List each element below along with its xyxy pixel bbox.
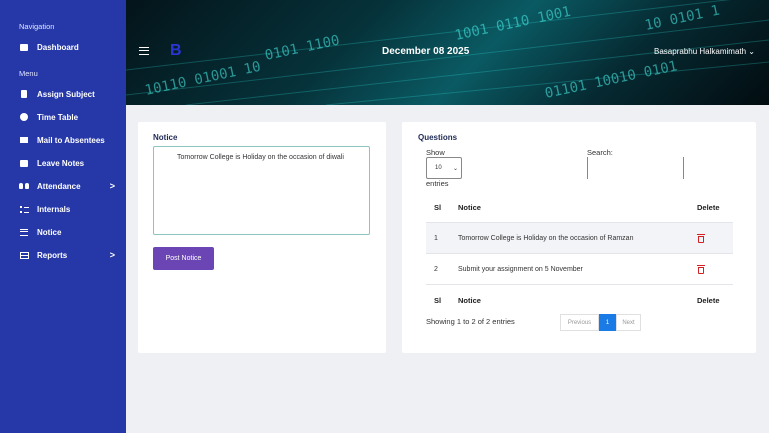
notice-textarea[interactable] [153,146,370,235]
row-sl: 2 [434,265,438,273]
chevron-down-icon: ⌄ [452,166,458,172]
trash-icon[interactable] [697,233,705,243]
sidebar-item-label: Assign Subject [37,89,95,99]
table-row: 2 Submit your assignment on 5 November [426,254,733,285]
svg-text:01101 10010 0101: 01101 10010 0101 [544,58,679,102]
questions-card: Questions Show 10 ⌄ entries Search: Sl N… [402,122,756,353]
sidebar-item-notice[interactable]: Notice [19,225,115,239]
svg-text:10110 01001 10: 10110 01001 10 [144,59,263,99]
column-header-delete: Delete [697,202,720,212]
sidebar: Navigation Dashboard Menu Assign Subject… [0,0,126,433]
page-1-button[interactable]: 1 [599,314,616,331]
column-header-sl: Sl [434,202,442,212]
sidebar-item-assign-subject[interactable]: Assign Subject [19,87,115,101]
sidebar-item-dashboard[interactable]: Dashboard [19,40,115,54]
header-banner: 10110 01001 10 0101 1100 1001 0110 1001 … [126,0,769,105]
page-size-select[interactable]: 10 ⌄ [426,157,462,179]
questions-title: Questions [418,133,458,142]
sidebar-nav-heading: Navigation [19,22,55,31]
sidebar-item-label: Reports [37,250,68,260]
table-icon [19,250,29,260]
table-footer-row: Sl Notice Delete [426,285,733,316]
clock-icon [19,112,29,122]
sidebar-item-internals[interactable]: Internals [19,202,115,216]
list-icon [19,204,29,214]
sidebar-item-mail-to-absentees[interactable]: Mail to Absentees [19,133,115,147]
show-label: Show [426,148,445,157]
notice-card: Notice Post Notice [138,122,386,353]
sidebar-menu-heading: Menu [19,69,38,78]
sidebar-item-label: Mail to Absentees [37,135,105,145]
post-notice-button[interactable]: Post Notice [153,247,214,270]
note-icon [19,158,29,168]
search-input[interactable] [587,157,684,179]
menu-toggle-icon[interactable] [139,47,149,55]
user-menu[interactable]: Basaprabhu Halkamimath ⌄ [654,47,755,56]
table-info: Showing 1 to 2 of 2 entries [426,317,515,326]
chevron-right-icon: > [109,181,115,191]
sidebar-item-label: Notice [37,227,62,237]
sidebar-item-reports[interactable]: Reports > [19,248,115,262]
table-header-row: Sl Notice Delete [426,192,733,223]
row-sl: 1 [434,234,438,242]
column-footer-delete: Delete [697,296,720,305]
notice-title: Notice [153,133,178,142]
row-notice: Submit your assignment on 5 November [458,265,583,273]
page-size-value: 10 [435,165,442,171]
table-row: 1 Tomorrow College is Holiday on the occ… [426,223,733,254]
sidebar-item-label: Leave Notes [37,158,85,168]
column-footer-sl: Sl [434,296,442,305]
logo: B [170,42,182,59]
search-label: Search: [587,148,613,157]
chevron-down-icon: ⌄ [748,47,755,56]
dashboard-icon [19,42,29,52]
next-page-button[interactable]: Next [616,314,641,331]
users-icon [19,181,29,191]
sidebar-item-attendance[interactable]: Attendance > [19,179,115,193]
book-icon [19,89,29,99]
svg-text:0101 1100: 0101 1100 [264,32,342,63]
entries-label: entries [426,179,449,188]
svg-text:10 0101 1: 10 0101 1 [644,2,722,33]
menu-lines-icon [19,227,29,237]
sidebar-item-label: Internals [37,204,71,214]
sidebar-item-label: Time Table [37,112,79,122]
trash-icon[interactable] [697,264,705,274]
svg-text:1001 0110 1001: 1001 0110 1001 [454,4,573,44]
column-header-notice: Notice [458,202,481,212]
column-footer-notice: Notice [458,296,481,305]
user-name: Basaprabhu Halkamimath [654,47,747,56]
sidebar-item-label: Dashboard [37,42,79,52]
sidebar-item-label: Attendance [37,181,81,191]
sidebar-item-time-table[interactable]: Time Table [19,110,115,124]
chevron-right-icon: > [109,250,115,260]
mail-icon [19,135,29,145]
row-notice: Tomorrow College is Holiday on the occas… [458,234,634,242]
previous-page-button[interactable]: Previous [560,314,599,331]
pagination: Previous 1 Next [560,314,641,331]
current-date: December 08 2025 [382,46,470,57]
sidebar-item-leave-notes[interactable]: Leave Notes [19,156,115,170]
